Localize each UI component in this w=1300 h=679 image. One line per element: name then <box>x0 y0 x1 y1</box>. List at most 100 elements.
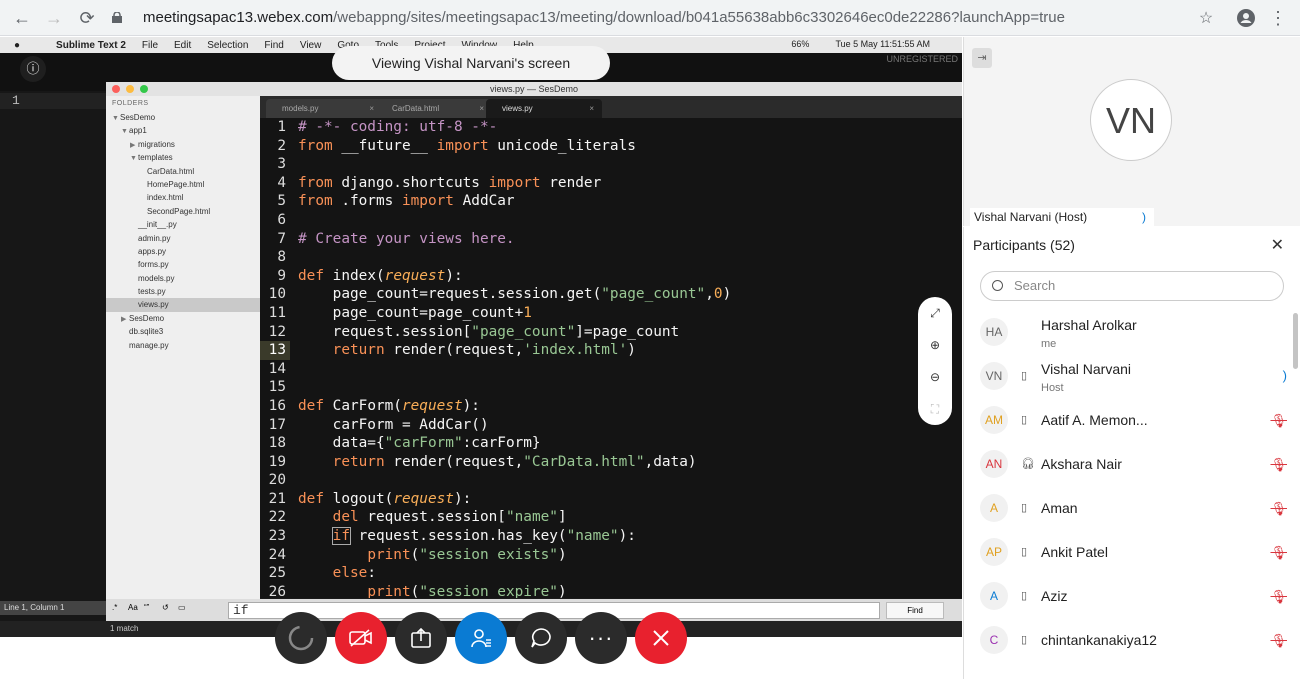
chevron-down-icon: ▼ <box>130 155 137 163</box>
zoom-window-icon <box>140 85 148 93</box>
search-input[interactable]: Search <box>980 271 1284 301</box>
spinner-icon <box>288 625 314 651</box>
zoom-controls: ⤢ ⊕ ⊖ ⛶ <box>918 297 952 425</box>
tab-cardata: CarData.html × <box>376 99 492 118</box>
menu-edit: Edit <box>174 39 192 51</box>
tree-item-label: index.html <box>147 193 184 203</box>
participant-row[interactable]: AN 🎧︎ Akshara Nair 🎙︎ <box>964 443 1300 487</box>
mic-muted-icon[interactable]: 🎙︎ <box>1270 457 1287 473</box>
tree-item: __init__.py <box>106 218 260 231</box>
forward-icon[interactable]: → <box>42 6 66 30</box>
tab-views: views.py × <box>486 99 602 118</box>
find-button: Find <box>886 602 944 619</box>
tree-item-label: app1 <box>129 126 147 136</box>
tree-item-label: forms.py <box>138 260 169 270</box>
phone-icon: ▯ <box>1021 370 1028 382</box>
browser-toolbar: ← → ⟳ meetingsapac13.webex.com/webappng/… <box>0 0 1300 36</box>
tree-item: ▼templates <box>106 151 260 164</box>
minimize-window-icon <box>126 85 134 93</box>
participant-row[interactable]: A ▯ Aman 🎙︎ <box>964 487 1300 531</box>
participant-row[interactable]: AP ▯ Ankit Patel 🎙︎ <box>964 531 1300 575</box>
zoom-out-icon[interactable]: ⊖ <box>918 361 952 393</box>
participant-name: Ankit Patel <box>1041 544 1108 560</box>
tree-item-label: apps.py <box>138 246 167 256</box>
participant-row[interactable]: AM ▯ Aatif A. Memon... 🎙︎ <box>964 399 1300 443</box>
editor-tabs: models.py × CarData.html × views.py × <box>260 96 962 118</box>
tree-item-label: templates <box>138 153 173 163</box>
battery-text: 66% <box>791 39 810 49</box>
close-window-icon <box>112 85 120 93</box>
audio-connecting-button[interactable] <box>275 612 327 664</box>
background-editor: 1 <box>0 91 106 621</box>
participants-button[interactable] <box>455 612 507 664</box>
sublime-window: views.py — SesDemo FOLDERS ▼SesDemo ▼app1… <box>106 82 962 637</box>
back-icon[interactable]: ← <box>10 6 34 30</box>
participant-row[interactable]: A ▯ Aziz 🎙︎ <box>964 575 1300 619</box>
tree-item: HomePage.html <box>106 178 260 191</box>
menu-find: Find <box>264 39 284 51</box>
video-panel: ⇥ VN Vishal Narvani (Host) ) <box>963 37 1300 226</box>
star-icon[interactable]: ☆ <box>1194 6 1218 30</box>
tree-item-label: __init__.py <box>138 220 177 230</box>
tree-item: admin.py <box>106 232 260 245</box>
end-meeting-button[interactable] <box>635 612 687 664</box>
participant-row[interactable]: HA Harshal Arolkar me <box>964 311 1300 355</box>
tree-item-label: models.py <box>138 273 175 283</box>
participant-name: Akshara Nair <box>1041 456 1122 472</box>
chevron-right-icon: ▶ <box>130 141 136 149</box>
phone-icon: ▯ <box>1021 634 1028 646</box>
zoom-in-icon[interactable]: ⊕ <box>918 329 952 361</box>
share-icon <box>411 627 431 648</box>
fit-screen-icon[interactable]: ⤢ <box>918 297 952 329</box>
participants-title: Participants (52) <box>973 237 1075 253</box>
scrollbar[interactable] <box>1293 313 1298 369</box>
search-placeholder: Search <box>1014 278 1056 293</box>
avatar: AP <box>980 538 1008 566</box>
address-bar[interactable]: meetingsapac13.webex.com/webappng/sites/… <box>112 6 1262 30</box>
lock-icon <box>112 12 122 23</box>
find-case-icon: Aa <box>128 603 138 612</box>
fullscreen-icon[interactable]: ⛶ <box>918 393 952 425</box>
match-count: 1 match <box>110 624 139 633</box>
collapse-panel-icon[interactable]: ⇥ <box>972 48 992 68</box>
participant-row[interactable]: VN ▯ Vishal Narvani Host) <box>964 355 1300 399</box>
unregistered-label: UNREGISTERED <box>886 54 958 64</box>
speaker-icon: ) <box>1142 210 1146 224</box>
apple-icon: ● <box>14 39 21 51</box>
mac-app-name: Sublime Text 2 <box>56 39 126 51</box>
participant-row[interactable]: C ▯ chintankanakiya12 🎙︎ <box>964 619 1300 663</box>
find-word-icon: “” <box>144 603 150 612</box>
menu-kebab-icon[interactable]: ⋮ <box>1266 6 1290 30</box>
reload-icon[interactable]: ⟳ <box>75 6 99 30</box>
account-icon[interactable] <box>1234 6 1258 30</box>
info-icon[interactable]: ⓘ <box>20 56 46 82</box>
tree-item: SecondPage.html <box>106 205 260 218</box>
line-number: 1 <box>12 93 20 108</box>
chat-button[interactable] <box>515 612 567 664</box>
video-off-button[interactable] <box>335 612 387 664</box>
mic-muted-icon[interactable]: 🎙︎ <box>1270 413 1287 429</box>
chat-icon <box>531 628 551 648</box>
more-button[interactable]: ··· <box>575 612 627 664</box>
close-icon <box>653 630 669 646</box>
participant-role: Host <box>1041 382 1064 394</box>
close-icon[interactable]: ✕ <box>1271 235 1284 255</box>
mic-muted-icon[interactable]: 🎙︎ <box>1270 589 1287 605</box>
mic-muted-icon[interactable]: 🎙︎ <box>1270 633 1287 649</box>
avatar: AN <box>980 450 1008 478</box>
tree-item-label: SesDemo <box>129 313 165 323</box>
mic-muted-icon[interactable]: 🎙︎ <box>1270 545 1287 561</box>
code-editor: 1 # -*- coding: utf-8 -*- 2 from __future_… <box>260 118 962 598</box>
tree-item-label: views.py <box>138 300 169 310</box>
participant-name: Aatif A. Memon... <box>1041 412 1148 428</box>
find-wrap-icon: ↺ <box>162 603 169 612</box>
phone-icon: ▯ <box>1021 502 1028 514</box>
share-button[interactable] <box>395 612 447 664</box>
tree-item: ▶ SesDemo <box>106 312 260 325</box>
menu-file: File <box>141 39 159 51</box>
tree-item: apps.py <box>106 245 260 258</box>
find-selection-icon: ▭ <box>178 603 186 612</box>
search-icon <box>992 280 1003 291</box>
mic-muted-icon[interactable]: 🎙︎ <box>1270 501 1287 517</box>
tree-item-label: tests.py <box>138 287 166 297</box>
